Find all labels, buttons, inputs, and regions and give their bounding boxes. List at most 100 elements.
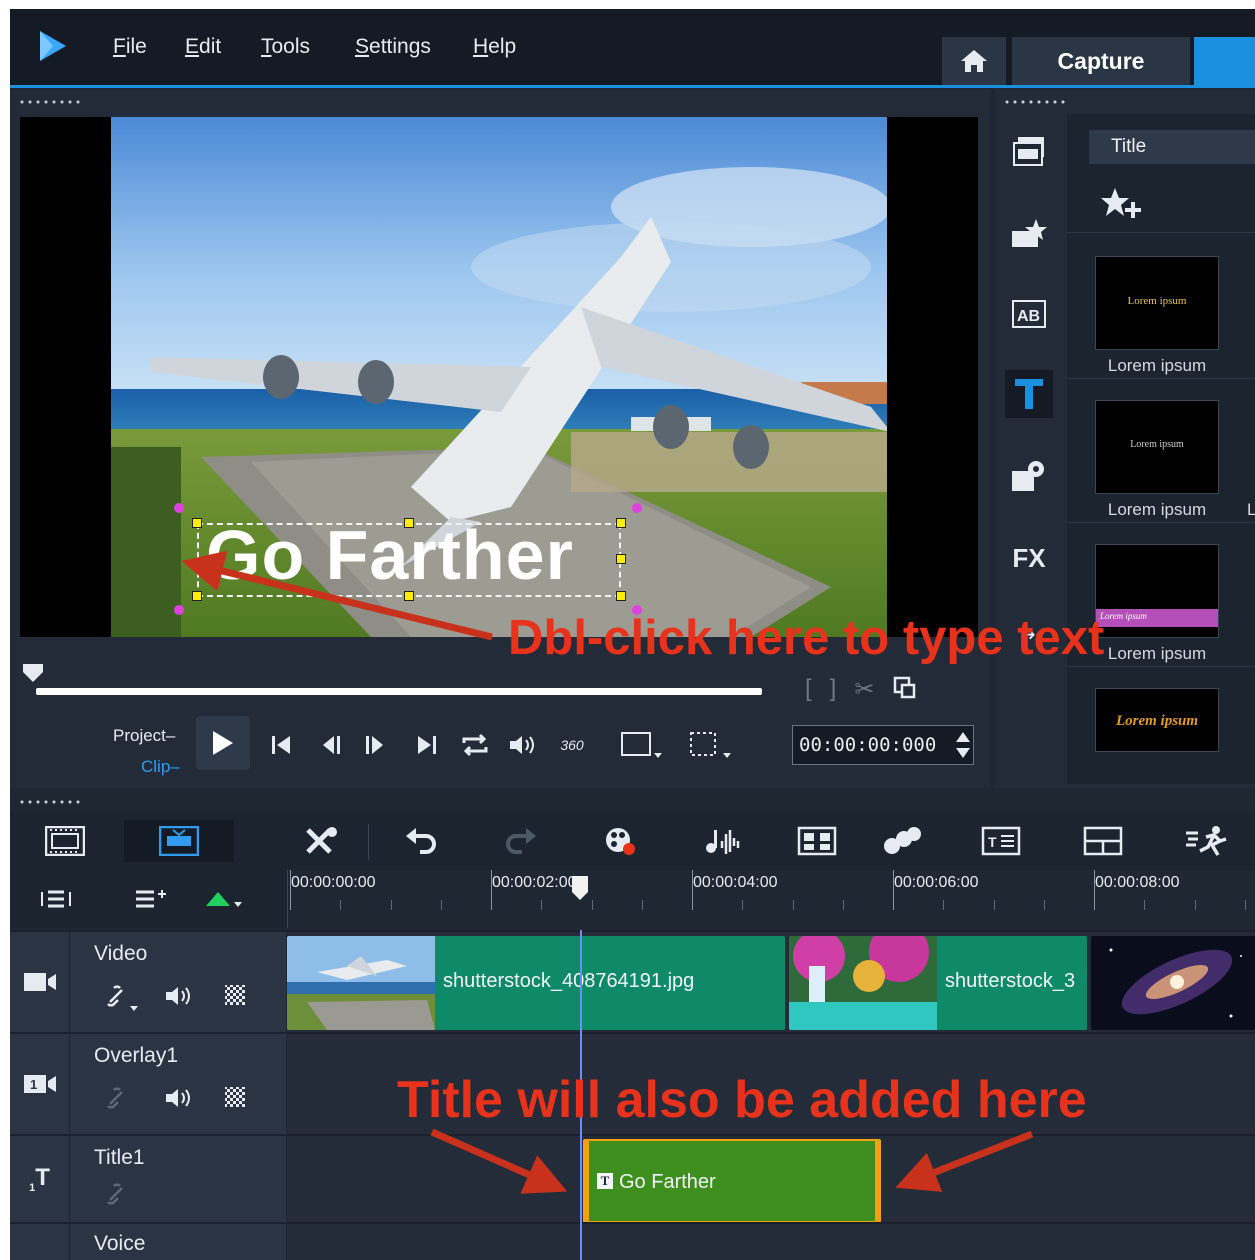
enlarge-preview-icon[interactable] [892, 675, 918, 701]
title-track-icon[interactable]: 1T [29, 1164, 50, 1194]
clip-name: Go Farther [619, 1171, 716, 1193]
360-button[interactable]: 360 [550, 732, 594, 758]
menu-file[interactable]: File [113, 35, 147, 59]
timeline-view-button[interactable] [124, 820, 234, 862]
volume-button[interactable] [506, 732, 540, 758]
video-clip[interactable] [1091, 936, 1255, 1030]
end-button[interactable] [412, 732, 442, 758]
previous-frame-button[interactable] [316, 732, 346, 758]
mark-out-icon[interactable]: ] [830, 675, 837, 704]
undo-button[interactable] [396, 820, 446, 862]
tools-button[interactable] [296, 820, 346, 862]
resize-handle[interactable] [616, 591, 626, 601]
divider [1067, 666, 1255, 667]
aspect-ratio-button[interactable] [614, 732, 670, 758]
panel-grip[interactable] [18, 99, 82, 105]
resize-handle[interactable] [192, 591, 202, 601]
menu-bar: File Edit Tools Settings Help Capture [10, 9, 1255, 88]
add-to-favorites-icon[interactable] [1101, 186, 1145, 226]
multi-camera-button[interactable] [792, 820, 842, 862]
category-dropdown[interactable]: Title [1089, 130, 1255, 164]
timeline-panel: T 00:00:00:00 00:00:02:00 00:00:04:00 00:00… [10, 790, 1255, 1260]
scrubber-handle[interactable] [22, 663, 44, 683]
instant-project-button[interactable] [1005, 210, 1053, 258]
preview-viewer[interactable]: Go Farther [20, 117, 978, 637]
title-preset-thumb[interactable]: Lorem ipsum [1095, 688, 1219, 752]
timecode-field[interactable]: 00:00:00:000 [792, 725, 974, 765]
repeat-button[interactable] [458, 732, 492, 758]
mute-speaker-icon[interactable] [164, 1086, 194, 1110]
resize-handle[interactable] [616, 554, 626, 564]
filter-button[interactable]: FX [1005, 534, 1053, 582]
menu-edit[interactable]: Edit [185, 35, 221, 59]
overlay-camera-icon[interactable]: 1 [22, 1073, 58, 1095]
video-clip[interactable]: shutterstock_408764191.jpg [287, 936, 785, 1030]
link-icon[interactable] [104, 1086, 132, 1114]
media-category-button[interactable] [1005, 128, 1053, 176]
skip-start-icon [272, 736, 290, 754]
ruler-minor-tick [1244, 900, 1246, 910]
thumb-preview-text: Lorem ipsum [1100, 611, 1147, 621]
edit-tab[interactable] [1194, 37, 1255, 85]
rotate-handle[interactable] [174, 605, 184, 615]
timecode-spinner-icon[interactable] [955, 730, 971, 760]
rotate-handle[interactable] [174, 503, 184, 513]
scrubber-track[interactable] [36, 688, 762, 695]
time-remap-button[interactable] [1178, 820, 1234, 862]
title-preset-thumb[interactable]: Lorem ipsum [1095, 544, 1219, 638]
motion-tracking-button[interactable] [878, 820, 928, 862]
rotate-handle[interactable] [632, 503, 642, 513]
redo-button[interactable] [496, 820, 546, 862]
transparency-icon[interactable] [224, 1086, 246, 1108]
title-preset-thumb[interactable]: Lorem ipsum [1095, 256, 1219, 350]
ripple-editing-button[interactable] [206, 890, 246, 915]
project-mode-label[interactable]: Project– [113, 726, 175, 746]
mark-in-icon[interactable]: [ [805, 675, 812, 704]
panel-grip[interactable] [18, 799, 82, 805]
video-clip[interactable]: shutterstock_3 [789, 936, 1087, 1030]
ripple-triangle-icon [206, 892, 242, 907]
link-icon[interactable] [104, 1182, 132, 1210]
storyboard-view-button[interactable] [32, 820, 98, 862]
add-chapter-button[interactable] [134, 888, 168, 915]
crop-button[interactable] [686, 732, 736, 758]
capture-tab[interactable]: Capture [1012, 37, 1190, 85]
resize-handle[interactable] [404, 591, 414, 601]
transparency-icon[interactable] [224, 984, 246, 1006]
clip-label-text: Clip [141, 757, 171, 776]
title-clip[interactable]: T Go Farther [583, 1139, 881, 1223]
split-screen-button[interactable] [1078, 820, 1128, 862]
panel-grip[interactable] [1003, 99, 1067, 105]
microphone-icon[interactable] [31, 1233, 49, 1260]
menu-tools[interactable]: Tools [261, 35, 310, 59]
title-track-lane[interactable]: T Go Farther [287, 1134, 1255, 1223]
home-tab[interactable] [942, 37, 1006, 85]
play-button[interactable] [196, 716, 250, 770]
subtitle-editor-button[interactable]: T [976, 820, 1026, 862]
timeline-ruler[interactable]: 00:00:00:00 00:00:02:00 00:00:04:00 00:00:0… [287, 870, 1255, 928]
record-capture-button[interactable] [596, 820, 646, 862]
sound-mixer-button[interactable] [698, 820, 748, 862]
home-button[interactable] [266, 732, 296, 758]
video-camera-icon[interactable] [22, 971, 58, 993]
transition-button[interactable]: AB [1005, 290, 1053, 338]
playhead-marker[interactable] [570, 874, 590, 902]
split-clip-icon[interactable]: ✂ [854, 675, 874, 704]
resize-handle[interactable] [616, 518, 626, 528]
track-manager-button[interactable] [40, 888, 74, 915]
title-category-button[interactable] [1005, 370, 1053, 418]
link-icon[interactable] [104, 984, 142, 1012]
menu-settings[interactable]: Settings [355, 35, 431, 59]
title-preset-thumb[interactable]: Lorem ipsum [1095, 400, 1219, 494]
resize-handle[interactable] [404, 518, 414, 528]
resize-handle[interactable] [192, 518, 202, 528]
graphics-button[interactable] [1005, 452, 1053, 500]
undo-icon [406, 828, 436, 854]
title-selection-box[interactable] [197, 523, 621, 597]
video-track-lane[interactable]: shutterstock_408764191.jpg shutterstock_… [287, 930, 1255, 1032]
next-frame-button[interactable] [360, 732, 390, 758]
voice-track-lane[interactable] [287, 1222, 1255, 1260]
menu-help[interactable]: Help [473, 35, 516, 59]
mute-speaker-icon[interactable] [164, 984, 194, 1008]
clip-mode-label[interactable]: Clip– [141, 757, 180, 777]
